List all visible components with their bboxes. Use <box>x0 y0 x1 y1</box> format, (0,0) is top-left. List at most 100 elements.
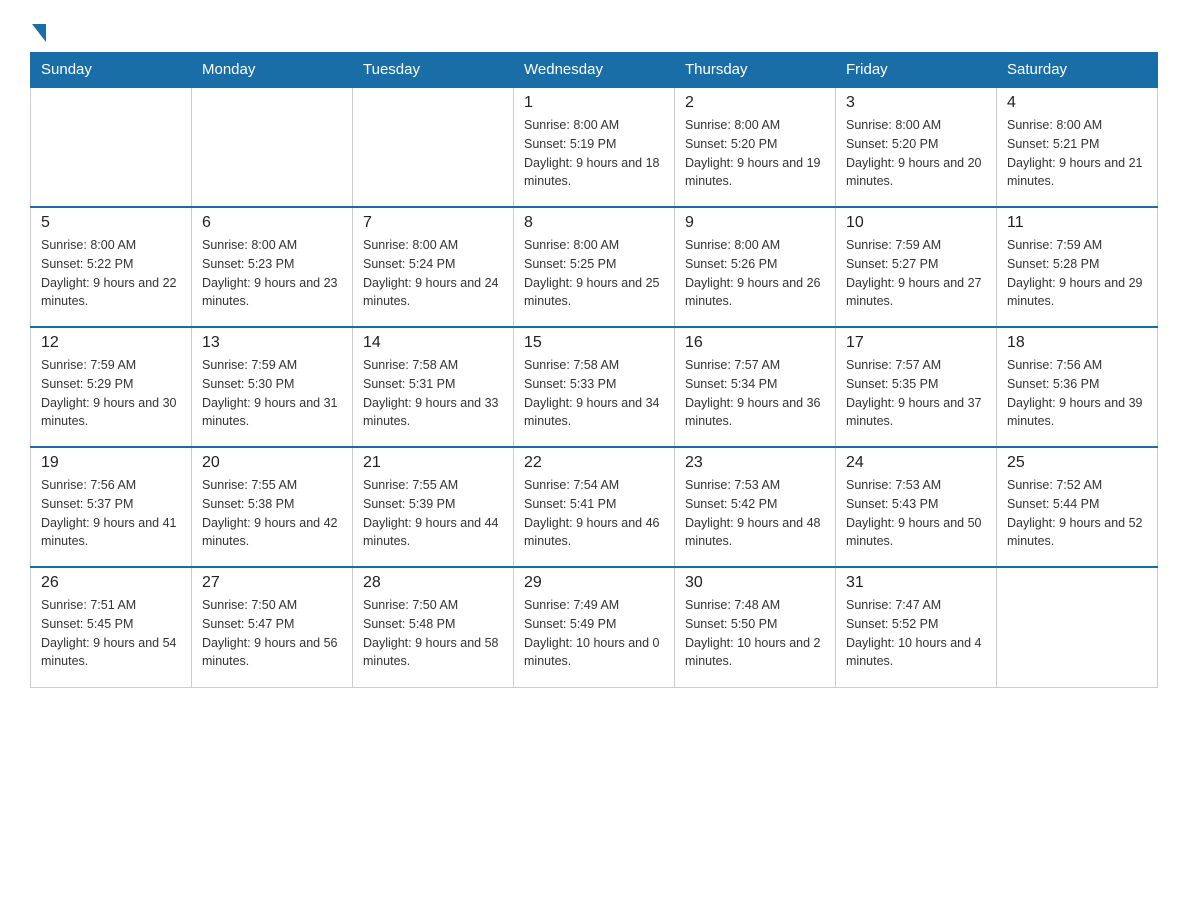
calendar-week-row: 5 Sunrise: 8:00 AM Sunset: 5:22 PM Daylig… <box>31 207 1158 327</box>
day-number: 13 <box>202 334 342 352</box>
day-info: Sunrise: 8:00 AM Sunset: 5:25 PM Dayligh… <box>524 236 664 311</box>
calendar-week-row: 1 Sunrise: 8:00 AM Sunset: 5:19 PM Daylig… <box>31 87 1158 207</box>
calendar-cell: 24 Sunrise: 7:53 AM Sunset: 5:43 PM Dayli… <box>836 447 997 567</box>
day-number: 12 <box>41 334 181 352</box>
day-info: Sunrise: 7:49 AM Sunset: 5:49 PM Dayligh… <box>524 596 664 671</box>
day-info: Sunrise: 7:50 AM Sunset: 5:48 PM Dayligh… <box>363 596 503 671</box>
day-number: 7 <box>363 214 503 232</box>
day-info: Sunrise: 7:51 AM Sunset: 5:45 PM Dayligh… <box>41 596 181 671</box>
day-number: 28 <box>363 574 503 592</box>
logo-arrow-icon <box>32 24 46 42</box>
calendar-cell: 8 Sunrise: 8:00 AM Sunset: 5:25 PM Daylig… <box>514 207 675 327</box>
day-number: 8 <box>524 214 664 232</box>
day-number: 9 <box>685 214 825 232</box>
day-number: 10 <box>846 214 986 232</box>
calendar-cell: 19 Sunrise: 7:56 AM Sunset: 5:37 PM Dayli… <box>31 447 192 567</box>
day-info: Sunrise: 8:00 AM Sunset: 5:19 PM Dayligh… <box>524 116 664 191</box>
day-number: 15 <box>524 334 664 352</box>
day-info: Sunrise: 7:55 AM Sunset: 5:39 PM Dayligh… <box>363 476 503 551</box>
column-header-tuesday: Tuesday <box>353 53 514 88</box>
column-header-friday: Friday <box>836 53 997 88</box>
day-info: Sunrise: 7:54 AM Sunset: 5:41 PM Dayligh… <box>524 476 664 551</box>
day-number: 19 <box>41 454 181 472</box>
day-number: 14 <box>363 334 503 352</box>
day-info: Sunrise: 7:59 AM Sunset: 5:29 PM Dayligh… <box>41 356 181 431</box>
day-info: Sunrise: 7:58 AM Sunset: 5:31 PM Dayligh… <box>363 356 503 431</box>
page-header <box>30 20 1158 42</box>
day-number: 25 <box>1007 454 1147 472</box>
day-number: 1 <box>524 94 664 112</box>
day-info: Sunrise: 8:00 AM Sunset: 5:21 PM Dayligh… <box>1007 116 1147 191</box>
calendar-cell: 31Sunrise: 7:47 AM Sunset: 5:52 PM Dayli… <box>836 567 997 687</box>
day-number: 5 <box>41 214 181 232</box>
column-header-sunday: Sunday <box>31 53 192 88</box>
calendar-cell: 22 Sunrise: 7:54 AM Sunset: 5:41 PM Dayli… <box>514 447 675 567</box>
day-info: Sunrise: 7:57 AM Sunset: 5:35 PM Dayligh… <box>846 356 986 431</box>
calendar-cell: 3 Sunrise: 8:00 AM Sunset: 5:20 PM Daylig… <box>836 87 997 207</box>
calendar-header-row: SundayMondayTuesdayWednesdayThursdayFrid… <box>31 53 1158 88</box>
day-info: Sunrise: 7:53 AM Sunset: 5:43 PM Dayligh… <box>846 476 986 551</box>
calendar-table: SundayMondayTuesdayWednesdayThursdayFrid… <box>30 52 1158 688</box>
calendar-cell: 26 Sunrise: 7:51 AM Sunset: 5:45 PM Dayli… <box>31 567 192 687</box>
day-number: 22 <box>524 454 664 472</box>
calendar-cell: 14 Sunrise: 7:58 AM Sunset: 5:31 PM Dayli… <box>353 327 514 447</box>
calendar-cell: 1 Sunrise: 8:00 AM Sunset: 5:19 PM Daylig… <box>514 87 675 207</box>
day-info: Sunrise: 7:57 AM Sunset: 5:34 PM Dayligh… <box>685 356 825 431</box>
day-number: 26 <box>41 574 181 592</box>
day-info: Sunrise: 7:48 AM Sunset: 5:50 PM Dayligh… <box>685 596 825 671</box>
day-number: 30 <box>685 574 825 592</box>
calendar-cell: 20 Sunrise: 7:55 AM Sunset: 5:38 PM Dayli… <box>192 447 353 567</box>
calendar-cell: 10Sunrise: 7:59 AM Sunset: 5:27 PM Dayli… <box>836 207 997 327</box>
column-header-thursday: Thursday <box>675 53 836 88</box>
day-number: 6 <box>202 214 342 232</box>
calendar-cell: 7 Sunrise: 8:00 AM Sunset: 5:24 PM Daylig… <box>353 207 514 327</box>
calendar-cell: 4 Sunrise: 8:00 AM Sunset: 5:21 PM Daylig… <box>997 87 1158 207</box>
calendar-cell: 13 Sunrise: 7:59 AM Sunset: 5:30 PM Dayli… <box>192 327 353 447</box>
logo[interactable] <box>30 20 46 42</box>
day-info: Sunrise: 7:52 AM Sunset: 5:44 PM Dayligh… <box>1007 476 1147 551</box>
calendar-cell: 27 Sunrise: 7:50 AM Sunset: 5:47 PM Dayli… <box>192 567 353 687</box>
calendar-cell: 28 Sunrise: 7:50 AM Sunset: 5:48 PM Dayli… <box>353 567 514 687</box>
day-number: 27 <box>202 574 342 592</box>
day-info: Sunrise: 7:55 AM Sunset: 5:38 PM Dayligh… <box>202 476 342 551</box>
day-number: 21 <box>363 454 503 472</box>
calendar-cell: 29 Sunrise: 7:49 AM Sunset: 5:49 PM Dayli… <box>514 567 675 687</box>
calendar-cell: 12 Sunrise: 7:59 AM Sunset: 5:29 PM Dayli… <box>31 327 192 447</box>
day-info: Sunrise: 7:59 AM Sunset: 5:30 PM Dayligh… <box>202 356 342 431</box>
day-number: 23 <box>685 454 825 472</box>
day-info: Sunrise: 8:00 AM Sunset: 5:23 PM Dayligh… <box>202 236 342 311</box>
day-info: Sunrise: 8:00 AM Sunset: 5:22 PM Dayligh… <box>41 236 181 311</box>
calendar-cell: 18Sunrise: 7:56 AM Sunset: 5:36 PM Dayli… <box>997 327 1158 447</box>
day-info: Sunrise: 7:56 AM Sunset: 5:37 PM Dayligh… <box>41 476 181 551</box>
day-number: 20 <box>202 454 342 472</box>
day-number: 29 <box>524 574 664 592</box>
day-info: Sunrise: 8:00 AM Sunset: 5:20 PM Dayligh… <box>685 116 825 191</box>
column-header-saturday: Saturday <box>997 53 1158 88</box>
day-number: 17 <box>846 334 986 352</box>
day-number: 11 <box>1007 214 1147 232</box>
calendar-cell: 5 Sunrise: 8:00 AM Sunset: 5:22 PM Daylig… <box>31 207 192 327</box>
day-number: 31 <box>846 574 986 592</box>
day-number: 3 <box>846 94 986 112</box>
day-number: 18 <box>1007 334 1147 352</box>
calendar-cell: 9 Sunrise: 8:00 AM Sunset: 5:26 PM Daylig… <box>675 207 836 327</box>
calendar-week-row: 19 Sunrise: 7:56 AM Sunset: 5:37 PM Dayli… <box>31 447 1158 567</box>
day-info: Sunrise: 7:59 AM Sunset: 5:28 PM Dayligh… <box>1007 236 1147 311</box>
day-number: 2 <box>685 94 825 112</box>
calendar-cell: 2 Sunrise: 8:00 AM Sunset: 5:20 PM Daylig… <box>675 87 836 207</box>
day-info: Sunrise: 8:00 AM Sunset: 5:26 PM Dayligh… <box>685 236 825 311</box>
column-header-monday: Monday <box>192 53 353 88</box>
calendar-cell <box>353 87 514 207</box>
day-number: 4 <box>1007 94 1147 112</box>
calendar-cell <box>997 567 1158 687</box>
day-info: Sunrise: 8:00 AM Sunset: 5:24 PM Dayligh… <box>363 236 503 311</box>
calendar-cell: 25 Sunrise: 7:52 AM Sunset: 5:44 PM Dayli… <box>997 447 1158 567</box>
calendar-cell: 30 Sunrise: 7:48 AM Sunset: 5:50 PM Dayli… <box>675 567 836 687</box>
calendar-cell: 23Sunrise: 7:53 AM Sunset: 5:42 PM Dayli… <box>675 447 836 567</box>
column-header-wednesday: Wednesday <box>514 53 675 88</box>
day-info: Sunrise: 8:00 AM Sunset: 5:20 PM Dayligh… <box>846 116 986 191</box>
calendar-cell: 21 Sunrise: 7:55 AM Sunset: 5:39 PM Dayli… <box>353 447 514 567</box>
calendar-week-row: 12 Sunrise: 7:59 AM Sunset: 5:29 PM Dayli… <box>31 327 1158 447</box>
day-info: Sunrise: 7:50 AM Sunset: 5:47 PM Dayligh… <box>202 596 342 671</box>
day-number: 24 <box>846 454 986 472</box>
